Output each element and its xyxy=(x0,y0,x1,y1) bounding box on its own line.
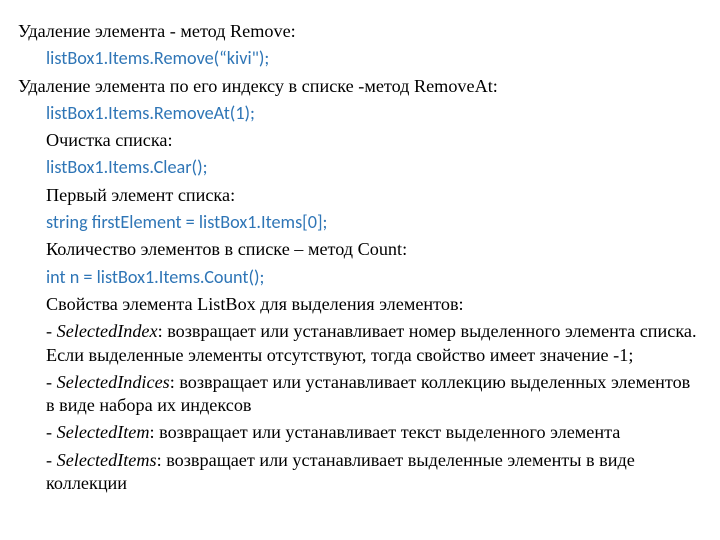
bullet-dash: - xyxy=(46,422,57,442)
bullet-dash: - xyxy=(46,321,57,341)
property-item: - SelectedIndex: возвращает или устанавл… xyxy=(18,320,698,367)
property-item: - SelectedItem: возвращает или устанавли… xyxy=(18,421,698,444)
property-name: SelectedItem xyxy=(57,422,150,442)
property-name: SelectedItems xyxy=(57,450,157,470)
code-line: string firstElement = listBox1.Items[0]; xyxy=(18,211,698,234)
text-line: Удаление элемента по его индексу в списк… xyxy=(18,75,698,98)
bullet-dash: - xyxy=(46,372,57,392)
text-line: Первый элемент списка: xyxy=(18,184,698,207)
code-line: listBox1.Items.RemoveAt(1); xyxy=(18,102,698,125)
text-line: Очистка списка: xyxy=(18,129,698,152)
property-name: SelectedIndices xyxy=(57,372,170,392)
code-line: listBox1.Items.Remove(“kivi"); xyxy=(18,47,698,70)
code-line: listBox1.Items.Clear(); xyxy=(18,156,698,179)
text-line: Свойства элемента ListBox для выделения … xyxy=(18,293,698,316)
text-line: Количество элементов в списке – метод Co… xyxy=(18,238,698,261)
property-item: - SelectedItems: возвращает или устанавл… xyxy=(18,449,698,496)
property-item: - SelectedIndices: возвращает или устана… xyxy=(18,371,698,418)
slide-content: Удаление элемента - метод Remove: listBo… xyxy=(0,0,720,509)
bullet-dash: - xyxy=(46,450,57,470)
property-name: SelectedIndex xyxy=(57,321,158,341)
text-line: Удаление элемента - метод Remove: xyxy=(18,20,698,43)
code-line: int n = listBox1.Items.Count(); xyxy=(18,266,698,289)
property-desc: : возвращает или устанавливает текст выд… xyxy=(150,422,621,442)
